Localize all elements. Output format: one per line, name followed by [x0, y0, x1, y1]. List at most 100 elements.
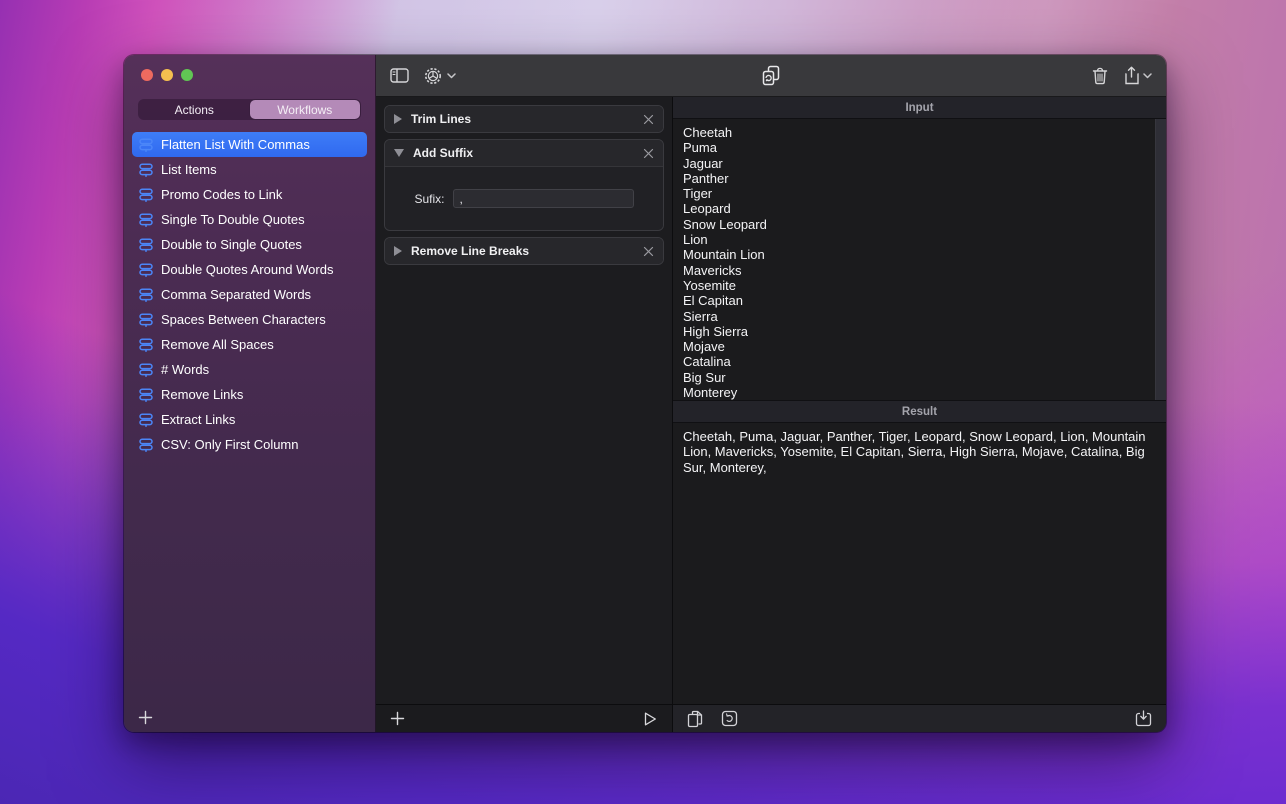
disclosure-triangle-icon[interactable] [394, 246, 402, 256]
step-header[interactable]: Add Suffix [385, 140, 663, 166]
duplicate-workflow-button[interactable] [761, 65, 781, 87]
input-line: Tiger [683, 186, 1156, 201]
step-body: Sufix: [385, 166, 663, 230]
play-icon [642, 711, 658, 727]
sidebar-item-label: Flatten List With Commas [161, 137, 310, 152]
trash-icon [1092, 67, 1108, 85]
share-button[interactable] [1124, 66, 1152, 85]
add-step-button[interactable] [390, 711, 405, 726]
step-card-remove-line-breaks: Remove Line Breaks [384, 237, 664, 265]
run-workflow-button[interactable] [642, 711, 658, 727]
input-line: Puma [683, 140, 1156, 155]
minimize-window-button[interactable] [161, 69, 173, 81]
zoom-window-button[interactable] [181, 69, 193, 81]
workflow-icon [138, 287, 154, 303]
input-text-area[interactable]: CheetahPumaJaguarPantherTigerLeopardSnow… [673, 119, 1166, 401]
input-line: Panther [683, 171, 1156, 186]
toolbar [376, 55, 1166, 97]
remove-step-button[interactable] [643, 246, 654, 257]
delete-workflow-button[interactable] [1092, 67, 1108, 85]
settings-button[interactable] [423, 66, 456, 86]
input-line: Sierra [683, 309, 1156, 324]
close-window-button[interactable] [141, 69, 153, 81]
close-icon [643, 246, 654, 257]
input-line: Leopard [683, 201, 1156, 216]
workflow-icon [138, 262, 154, 278]
add-workflow-button[interactable] [138, 710, 153, 725]
workflow-icon [138, 437, 154, 453]
workflow-icon [138, 387, 154, 403]
sidebar-item-spaces-between-characters[interactable]: Spaces Between Characters [132, 307, 367, 332]
suffix-input[interactable] [453, 189, 634, 208]
input-line: Jaguar [683, 156, 1156, 171]
main-area: Trim Lines Add Suffix Sufix: Remove Line Br… [376, 55, 1166, 732]
sidebar-item-label: Double Quotes Around Words [161, 262, 333, 277]
workflow-icon [138, 162, 154, 178]
use-result-as-input-button[interactable] [721, 710, 738, 727]
step-header[interactable]: Trim Lines [385, 106, 663, 132]
input-line: Mavericks [683, 263, 1156, 278]
remove-step-button[interactable] [643, 148, 654, 159]
window-controls [124, 55, 375, 89]
input-line: El Capitan [683, 293, 1156, 308]
io-panel: Input CheetahPumaJaguarPantherTigerLeopa… [673, 97, 1166, 732]
workflow-list: Flatten List With Commas List Items Promo … [124, 132, 375, 702]
input-line: Catalina [683, 354, 1156, 369]
sidebar-item-label: Extract Links [161, 412, 235, 427]
input-line: High Sierra [683, 324, 1156, 339]
step-title: Add Suffix [413, 146, 473, 160]
share-icon [1124, 66, 1139, 85]
app-window: Actions Workflows Flatten List With Comm… [124, 55, 1166, 732]
sidebar-item-label: Spaces Between Characters [161, 312, 326, 327]
result-text-area: Cheetah, Puma, Jaguar, Panther, Tiger, L… [673, 423, 1166, 704]
sidebar-toggle-icon [390, 68, 409, 83]
sidebar-item-label: Remove All Spaces [161, 337, 274, 352]
sidebar-item-promo-codes-to-link[interactable]: Promo Codes to Link [132, 182, 367, 207]
plus-icon [140, 711, 152, 723]
sidebar-item-words[interactable]: # Words [132, 357, 367, 382]
input-line: Mountain Lion [683, 247, 1156, 262]
step-header[interactable]: Remove Line Breaks [385, 238, 663, 264]
reuse-result-icon [721, 710, 738, 727]
sidebar-item-label: CSV: Only First Column [161, 437, 299, 452]
sidebar-item-remove-links[interactable]: Remove Links [132, 382, 367, 407]
input-line: Mojave [683, 339, 1156, 354]
sidebar: Actions Workflows Flatten List With Comm… [124, 55, 376, 732]
copy-result-button[interactable] [687, 710, 703, 728]
gear-icon [423, 66, 443, 86]
plus-icon [392, 713, 404, 725]
field-label: Sufix: [414, 192, 444, 206]
result-header: Result [673, 401, 1166, 423]
close-icon [643, 148, 654, 159]
sidebar-item-extract-links[interactable]: Extract Links [132, 407, 367, 432]
input-line: Snow Leopard [683, 217, 1156, 232]
tab-actions[interactable]: Actions [139, 100, 250, 119]
sidebar-item-double-to-single-quotes[interactable]: Double to Single Quotes [132, 232, 367, 257]
remove-step-button[interactable] [643, 114, 654, 125]
save-result-button[interactable] [1135, 710, 1152, 727]
sidebar-item-single-to-double-quotes[interactable]: Single To Double Quotes [132, 207, 367, 232]
duplicate-refresh-icon [761, 65, 781, 87]
save-download-icon [1135, 710, 1152, 727]
disclosure-triangle-icon[interactable] [394, 114, 402, 124]
sidebar-item-list-items[interactable]: List Items [132, 157, 367, 182]
step-card-trim-lines: Trim Lines [384, 105, 664, 133]
sidebar-item-label: # Words [161, 362, 209, 377]
sidebar-item-flatten-list-with-commas[interactable]: Flatten List With Commas [132, 132, 367, 157]
toggle-sidebar-button[interactable] [390, 68, 409, 83]
sidebar-item-remove-all-spaces[interactable]: Remove All Spaces [132, 332, 367, 357]
sidebar-tabs: Actions Workflows [138, 99, 361, 120]
workflow-icon [138, 312, 154, 328]
scrollbar-track[interactable] [1155, 119, 1166, 400]
workflow-icon [138, 137, 154, 153]
input-line: Big Sur [683, 370, 1156, 385]
tab-workflows[interactable]: Workflows [250, 100, 361, 119]
sidebar-item-label: Comma Separated Words [161, 287, 311, 302]
copy-icon [687, 710, 703, 728]
disclosure-triangle-icon[interactable] [394, 149, 404, 157]
sidebar-item-label: Promo Codes to Link [161, 187, 282, 202]
sidebar-item-csv-only-first-column[interactable]: CSV: Only First Column [132, 432, 367, 457]
sidebar-item-comma-separated-words[interactable]: Comma Separated Words [132, 282, 367, 307]
sidebar-item-double-quotes-around-words[interactable]: Double Quotes Around Words [132, 257, 367, 282]
sidebar-item-label: Single To Double Quotes [161, 212, 305, 227]
